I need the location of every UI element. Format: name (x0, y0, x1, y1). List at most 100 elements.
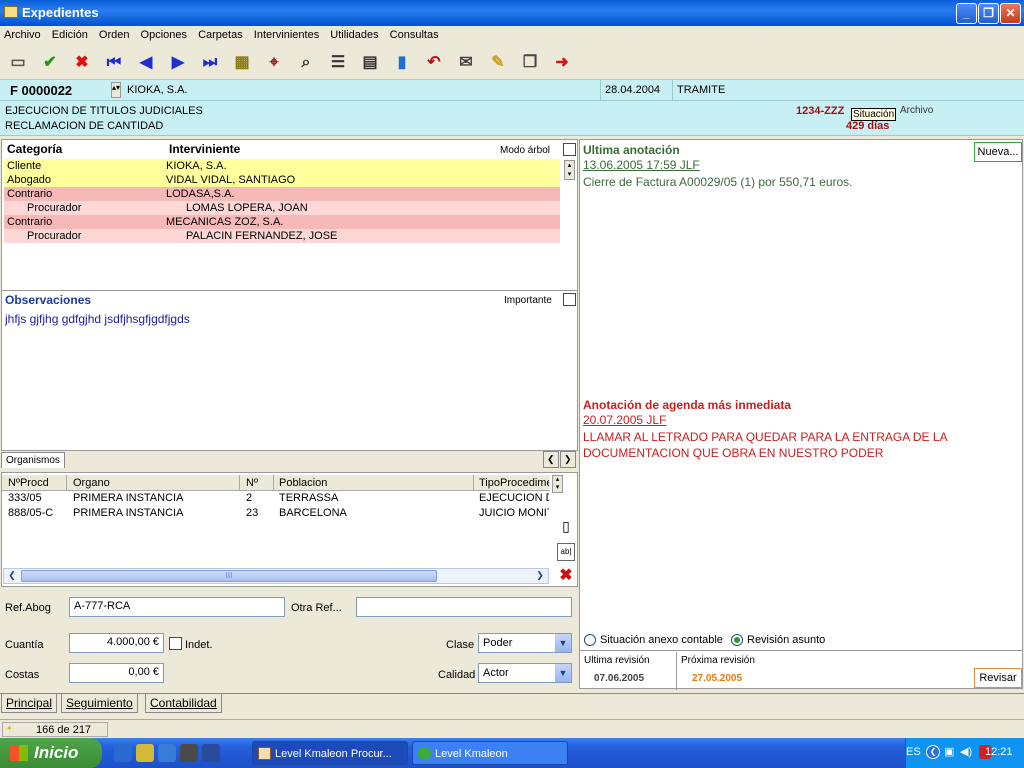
participant-row[interactable]: Procurador PALACIN FERNANDEZ, JOSE (4, 229, 560, 243)
menu-utilidades[interactable]: Utilidades (326, 26, 382, 41)
grid-icon[interactable]: ▦ (230, 51, 254, 75)
menu-opciones[interactable]: Opciones (137, 26, 191, 41)
menu-edicion[interactable]: Edición (48, 26, 92, 41)
participant-row[interactable]: Contrario LODASA,S.A. (4, 187, 560, 201)
menu-archivo[interactable]: Archivo (0, 26, 45, 41)
tab-organismos[interactable]: Organismos (1, 452, 65, 468)
tab-principal[interactable]: Principal (1, 694, 58, 713)
tab-contabilidad[interactable]: Contabilidad (145, 694, 222, 713)
col-num[interactable]: Nº (246, 477, 258, 489)
add-organismo-icon[interactable]: ▯ (557, 518, 575, 538)
participant-row[interactable]: Abogado VIDAL VIDAL, SANTIAGO (4, 173, 560, 187)
grid-vscroll[interactable]: ▴ ▾ (552, 475, 563, 493)
hscroll-thumb[interactable]: III (21, 570, 437, 582)
modo-arbol-checkbox[interactable] (563, 143, 576, 156)
table-row[interactable]: 888/05-C PRIMERA INSTANCIA 23 BARCELONA … (2, 507, 550, 522)
revisar-button[interactable]: Revisar (974, 668, 1022, 688)
clase-select[interactable]: Poder ▼ (478, 633, 572, 653)
quicklaunch-icon[interactable] (158, 744, 176, 762)
ref-abog-input[interactable]: A-777-RCA (69, 597, 285, 617)
task-procur[interactable]: Level Kmaleon Procur... (252, 741, 408, 765)
chart-icon[interactable]: ▮ (390, 51, 414, 75)
task-kmaleon[interactable]: Level Kmaleon (412, 741, 568, 765)
title-bar: Expedientes _ ❐ ✕ (0, 0, 1024, 26)
radio-revision[interactable] (731, 634, 743, 646)
record-state: TRAMITE (677, 84, 726, 96)
first-record-icon[interactable]: ⏮ (102, 51, 126, 75)
minimize-button[interactable]: _ (956, 3, 977, 24)
new-document-icon[interactable]: ▭ (6, 51, 30, 75)
undo-icon[interactable]: ↶ (422, 51, 446, 75)
tab-seguimiento[interactable]: Seguimiento (61, 694, 138, 713)
delete-icon[interactable]: ✖ (70, 51, 94, 75)
record-spinner[interactable]: ▴▾ (111, 82, 121, 98)
last-record-icon[interactable]: ⏭ (198, 51, 222, 75)
importante-checkbox[interactable] (563, 293, 576, 306)
ie-icon[interactable] (114, 744, 132, 762)
delete-organismo-icon[interactable]: ✖ (557, 565, 575, 584)
col-nprocd[interactable]: NºProcd (8, 477, 49, 489)
anotacion-date-link[interactable]: 13.06.2005 17:59 JLF (583, 158, 700, 172)
notes-icon[interactable]: ▤ (358, 51, 382, 75)
participant-row[interactable]: Procurador LOMAS LOPERA, JOAN (4, 201, 560, 215)
window-title: Expedientes (22, 5, 99, 20)
agenda-date-link[interactable]: 20.07.2005 JLF (583, 413, 666, 427)
network-icon[interactable]: ▣ (944, 745, 954, 758)
costas-input[interactable]: 0,00 € (69, 663, 164, 683)
lang-indicator[interactable]: ES (906, 746, 921, 758)
check-icon[interactable]: ✔ (38, 51, 62, 75)
tab-scroll-left[interactable]: ❮ (543, 451, 559, 468)
menu-intervinientes[interactable]: Intervinientes (250, 26, 323, 41)
hscroll-right-icon[interactable]: ❯ (533, 570, 547, 582)
quicklaunch-icon[interactable] (180, 744, 198, 762)
next-record-icon[interactable]: ▶ (166, 51, 190, 75)
participant-row[interactable]: Cliente KIOKA, S.A. (4, 159, 560, 173)
subject-line-2: RECLAMACION DE CANTIDAD (5, 120, 164, 132)
participant-row[interactable]: Contrario MECANICAS ZOZ, S.A. (4, 215, 560, 229)
chevron-left-icon[interactable]: ❮ (926, 745, 940, 759)
col-organo[interactable]: Organo (73, 477, 110, 489)
mail-icon[interactable]: ✉ (454, 51, 478, 75)
menu-orden[interactable]: Orden (95, 26, 134, 41)
categoria-header: Categoría (7, 142, 63, 156)
participants-scroll[interactable]: ▴ ▾ (564, 160, 575, 180)
otra-ref-label: Otra Ref... (291, 602, 342, 614)
close-button[interactable]: ✕ (1000, 3, 1021, 24)
calidad-select[interactable]: Actor ▼ (478, 663, 572, 683)
chevron-down-icon[interactable]: ▼ (555, 664, 571, 682)
menu-consultas[interactable]: Consultas (386, 26, 443, 41)
reference-code: 1234-ZZZ (796, 105, 845, 117)
volume-icon[interactable]: ◀) (960, 745, 972, 758)
tab-scroll-right[interactable]: ❯ (560, 451, 576, 468)
table-row[interactable]: 333/05 PRIMERA INSTANCIA 2 TERRASSA EJEC… (2, 492, 550, 507)
nueva-button[interactable]: Nueva... (974, 142, 1022, 162)
start-button[interactable]: Inicio (0, 738, 102, 768)
edit-field-icon[interactable]: ab| (557, 543, 575, 561)
windows-icon[interactable]: ❒ (518, 51, 542, 75)
observaciones-text[interactable]: jhfjs gjfjhg gdfgjhd jsdfjhsgfjgdfjgds (5, 312, 190, 326)
grid-hscrollbar[interactable]: ❮ III ❯ (3, 568, 549, 584)
costas-label: Costas (5, 669, 40, 681)
indet-checkbox[interactable] (169, 637, 182, 650)
exit-arrow-icon[interactable]: ➜ (550, 51, 574, 75)
word-icon[interactable] (202, 744, 220, 762)
chevron-down-icon[interactable]: ▼ (555, 634, 571, 652)
ultima-revision-date: 07.06.2005 (594, 673, 645, 684)
quicklaunch-icon[interactable] (136, 744, 154, 762)
database-icon[interactable]: ☰ (326, 51, 350, 75)
search-icon[interactable]: ⌕ (294, 51, 318, 75)
radio-revision-label: Revisión asunto (747, 634, 826, 646)
menu-carpetas[interactable]: Carpetas (194, 26, 247, 41)
previous-record-icon[interactable]: ◀ (134, 51, 158, 75)
cuantia-input[interactable]: 4.000,00 € (69, 633, 164, 653)
restore-button[interactable]: ❐ (978, 3, 999, 24)
col-poblacion[interactable]: Poblacion (279, 477, 327, 489)
binoculars-icon[interactable]: ⌖ (262, 51, 286, 75)
clock[interactable]: 12:21 (985, 746, 1013, 758)
hscroll-left-icon[interactable]: ❮ (5, 570, 19, 582)
folder-icon[interactable]: ✎ (486, 51, 510, 75)
otra-ref-input[interactable] (356, 597, 572, 617)
radio-situacion[interactable] (584, 634, 596, 646)
col-tipoprocedimiento[interactable]: TipoProcedime (479, 477, 549, 489)
agenda-text-1: LLAMAR AL LETRADO PARA QUEDAR PARA LA EN… (583, 430, 948, 444)
